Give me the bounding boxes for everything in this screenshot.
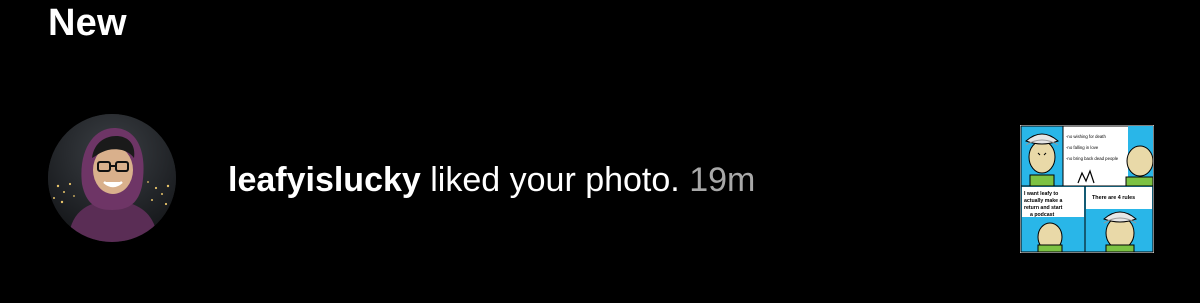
comic-panel3-line-3: return and start: [1024, 205, 1063, 211]
notification-username[interactable]: leafyislucky: [228, 161, 421, 199]
comic-rule-2: -no falling in love: [1066, 145, 1099, 150]
comic-panel3-line-2: actually make a: [1024, 198, 1062, 204]
notification-text: leafyislucky liked your photo. 19m: [228, 160, 755, 200]
comic-panel3-line-4: a podcast: [1030, 212, 1054, 218]
notification-row[interactable]: leafyislucky liked your photo. 19m -no w…: [0, 110, 1200, 253]
comic-panel3-line-1: I want leafy to: [1024, 191, 1058, 197]
post-thumbnail[interactable]: -no wishing for death -no falling in lov…: [1020, 125, 1154, 253]
user-avatar[interactable]: [48, 114, 176, 242]
notification-action: liked your photo.: [430, 161, 680, 199]
section-title-new: New: [48, 2, 127, 44]
comic-panel4-text: There are 4 rules: [1092, 195, 1135, 201]
comic-rule-3: -no bring back dead people: [1066, 156, 1119, 161]
comic-thumbnail-icon: -no wishing for death -no falling in lov…: [1020, 125, 1154, 253]
comic-rule-1: -no wishing for death: [1066, 134, 1106, 139]
avatar-photo-icon: [48, 114, 176, 242]
notification-timestamp: 19m: [689, 161, 756, 199]
